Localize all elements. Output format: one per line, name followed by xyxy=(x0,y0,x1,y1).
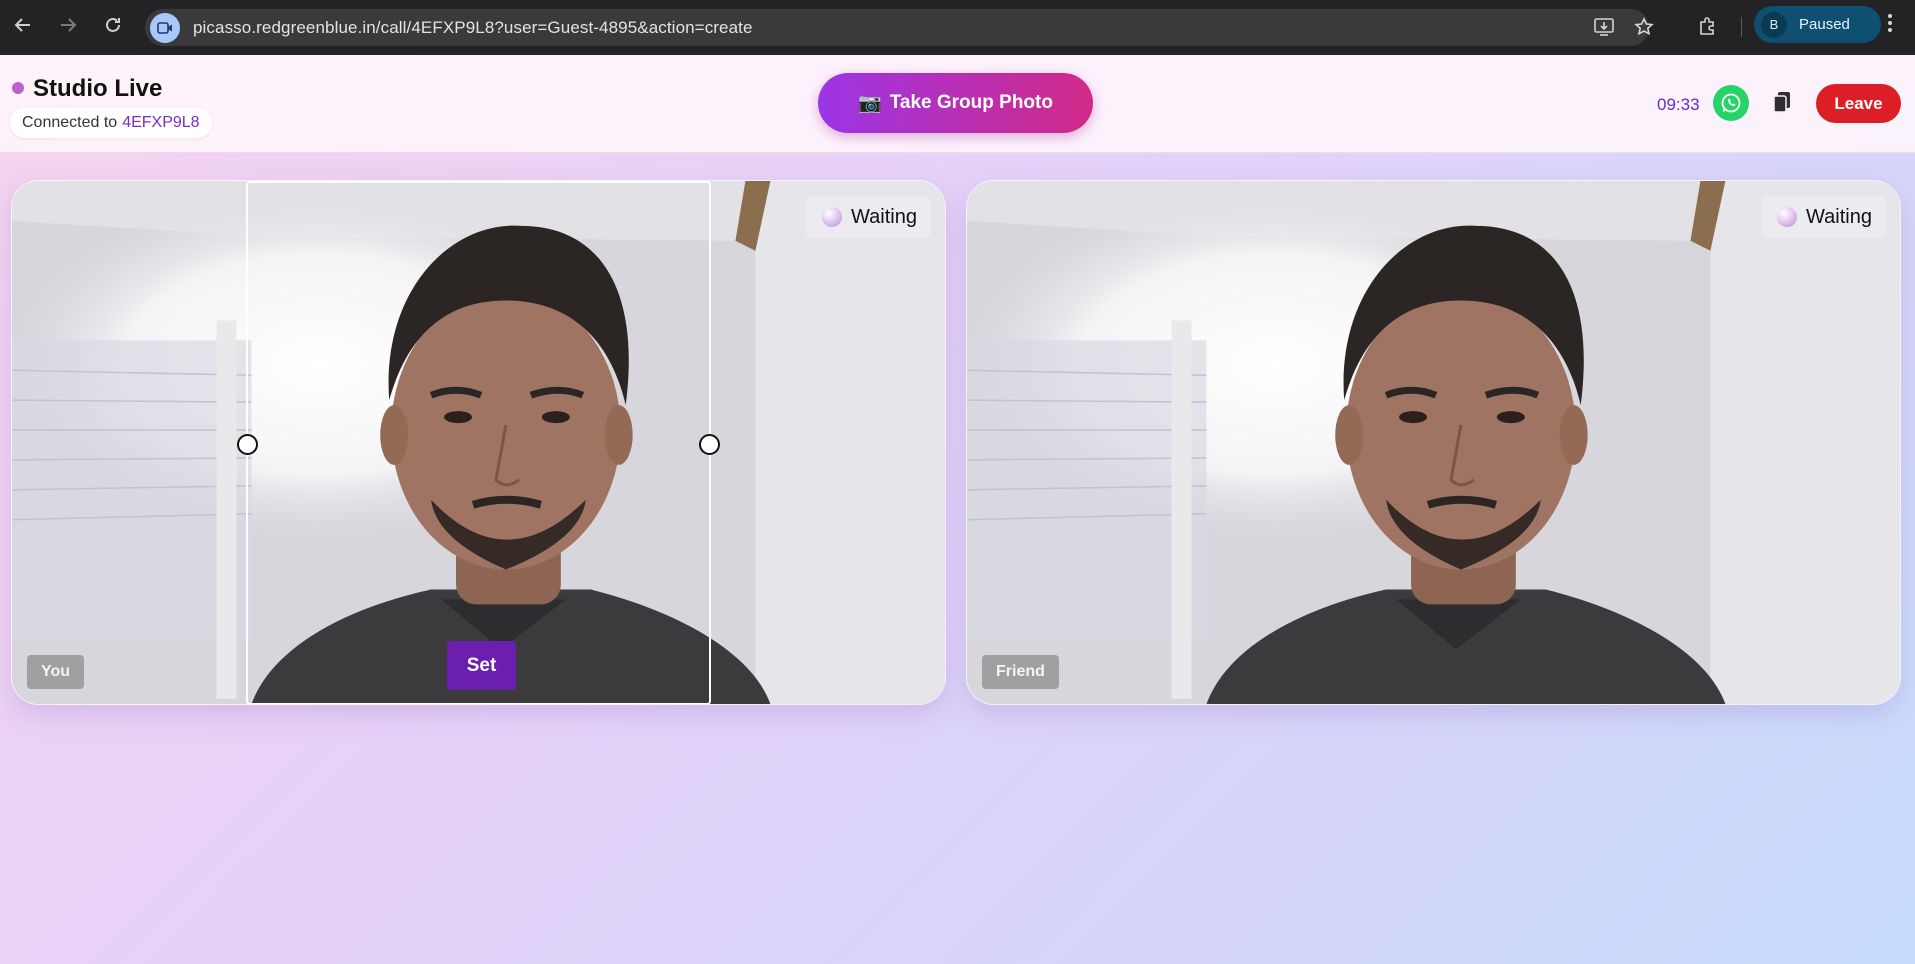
crop-handle-right[interactable] xyxy=(699,434,720,455)
remote-video-feed xyxy=(967,181,1900,704)
page-title: Studio Live xyxy=(33,75,163,102)
leave-button[interactable]: Leave xyxy=(1816,84,1901,123)
menu-kebab-icon[interactable] xyxy=(1880,13,1900,39)
copy-icon xyxy=(1773,92,1790,113)
local-video-tile: Set Waiting You xyxy=(11,180,946,705)
whatsapp-share-button[interactable] xyxy=(1713,85,1749,121)
camera-icon: 📷 xyxy=(858,93,882,114)
copy-link-button[interactable] xyxy=(1770,88,1794,116)
reload-icon[interactable] xyxy=(100,12,126,38)
site-camera-icon[interactable] xyxy=(150,12,180,43)
forward-icon[interactable] xyxy=(55,12,81,38)
set-crop-button[interactable]: Set xyxy=(447,641,516,690)
status-text: Waiting xyxy=(1806,205,1872,228)
profile-button[interactable]: B Paused xyxy=(1754,6,1881,43)
whatsapp-icon xyxy=(1721,93,1741,113)
bookmark-star-icon[interactable] xyxy=(1631,14,1657,40)
crop-selection[interactable]: Set xyxy=(237,181,720,704)
url-text: picasso.redgreenblue.in/call/4EFXP9L8?us… xyxy=(193,17,753,37)
extensions-icon[interactable] xyxy=(1695,14,1721,40)
status-text: Waiting xyxy=(851,205,917,228)
connected-label: Connected to xyxy=(22,114,118,131)
avatar: B xyxy=(1761,11,1787,38)
status-badge: Waiting xyxy=(1761,196,1886,238)
app-header: Studio Live Connected to 4EFXP9L8 📷 Take… xyxy=(0,55,1915,153)
take-photo-label: Take Group Photo xyxy=(889,92,1053,113)
crop-handle-left[interactable] xyxy=(237,434,258,455)
profile-status: Paused xyxy=(1799,16,1850,33)
toolbar-divider xyxy=(1741,17,1742,37)
install-app-icon[interactable] xyxy=(1591,14,1617,40)
room-code: 4EFXP9L8 xyxy=(122,114,200,131)
remote-video-tile: Waiting Friend xyxy=(966,180,1901,705)
live-indicator xyxy=(12,82,24,94)
call-timer: 09:33 xyxy=(1657,95,1700,114)
address-bar[interactable]: picasso.redgreenblue.in/call/4EFXP9L8?us… xyxy=(145,9,1654,46)
participant-name-tag: Friend xyxy=(982,655,1059,689)
waiting-orb-icon xyxy=(822,207,843,227)
connection-status: Connected to 4EFXP9L8 xyxy=(10,108,212,138)
browser-toolbar: picasso.redgreenblue.in/call/4EFXP9L8?us… xyxy=(0,0,1915,55)
participant-name-tag: You xyxy=(27,655,85,689)
waiting-orb-icon xyxy=(1777,207,1798,227)
take-group-photo-button[interactable]: 📷 Take Group Photo xyxy=(818,73,1093,133)
back-icon[interactable] xyxy=(10,12,36,38)
status-badge: Waiting xyxy=(806,196,931,238)
